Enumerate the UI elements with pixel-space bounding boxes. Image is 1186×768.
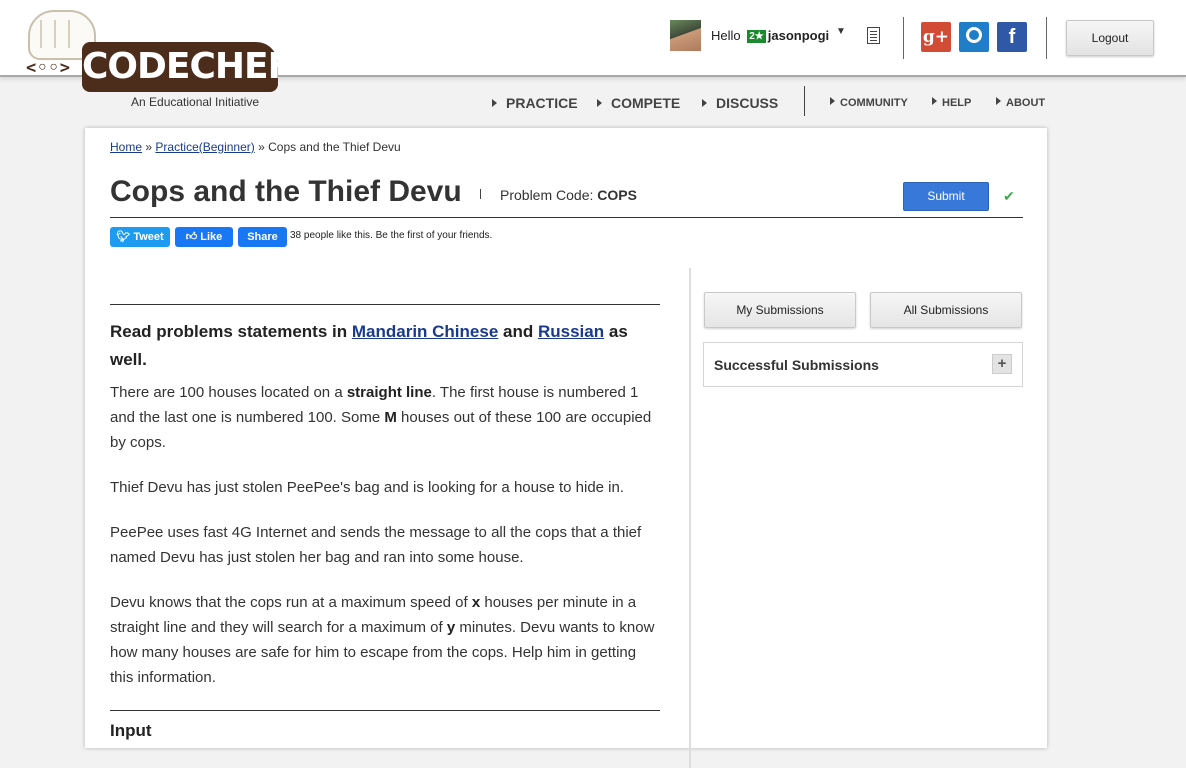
logo-tagline: An Educational Initiative <box>131 95 260 109</box>
nav-about[interactable]: ABOUT <box>996 97 1045 109</box>
title-rule <box>110 217 1023 218</box>
nav-label: COMPETE <box>611 95 681 111</box>
codechef-logo[interactable]: <◦◦> CODECHEF An Educational Initiative <box>24 10 292 110</box>
nav-label: COMMUNITY <box>840 97 908 109</box>
logo-wordmark: CODECHEF <box>82 42 292 92</box>
nav-label: ABOUT <box>1006 97 1046 109</box>
like-label: Like <box>200 231 223 243</box>
nav-label: DISCUSS <box>716 95 779 111</box>
problem-panel: Home » Practice(Beginner) » Cops and the… <box>85 128 1047 768</box>
header-divider <box>1046 17 1047 59</box>
breadcrumb-current: Cops and the Thief Devu <box>268 140 401 154</box>
arrow-right-icon <box>702 99 707 107</box>
submit-button[interactable]: Submit <box>903 182 989 211</box>
github-icon[interactable] <box>959 22 989 52</box>
arrow-right-icon <box>597 99 602 107</box>
thumbs-up-icon: 👍︎ <box>185 231 198 243</box>
successful-submissions-title: Successful Submissions <box>714 357 879 373</box>
all-submissions-button[interactable]: All Submissions <box>870 292 1022 328</box>
problem-code-value: COPS <box>597 187 637 203</box>
breadcrumb-home[interactable]: Home <box>110 140 142 154</box>
statement-rule <box>110 710 660 711</box>
nav-label: PRACTICE <box>506 95 578 111</box>
nav-compete[interactable]: COMPETE <box>597 95 680 111</box>
statement-paragraph-3: PeePee uses fast 4G Internet and sends t… <box>110 524 642 566</box>
notes-icon[interactable] <box>867 27 880 44</box>
facebook-icon[interactable]: f <box>997 22 1027 52</box>
language-note: Read problems statements in Mandarin Chi… <box>110 318 660 374</box>
nav-divider <box>804 86 805 116</box>
expand-plus-icon[interactable]: + <box>992 354 1012 374</box>
language-note-text: Read problems statements in <box>110 322 348 341</box>
statement-paragraph-2: Thief Devu has just stolen PeePee's bag … <box>110 479 625 496</box>
problem-code-label: Problem Code: <box>500 187 594 203</box>
successful-submissions-panel[interactable]: Successful Submissions + <box>703 342 1023 387</box>
breadcrumb-practice[interactable]: Practice(Beginner) <box>155 140 254 154</box>
problem-statement: Read problems statements in Mandarin Chi… <box>110 304 660 741</box>
logout-button[interactable]: Logout <box>1066 20 1154 56</box>
tweet-button[interactable]: 🐦︎ Tweet <box>110 227 170 247</box>
column-divider <box>689 268 691 768</box>
breadcrumb-separator: » <box>258 140 265 154</box>
google-plus-icon[interactable]: g+ <box>921 22 951 52</box>
link-russian[interactable]: Russian <box>538 322 604 341</box>
check-icon: ✔ <box>1003 188 1015 204</box>
statement-rule <box>110 304 660 305</box>
language-note-text: and <box>503 322 534 341</box>
page-title: Cops and the Thief Devu <box>110 175 462 208</box>
like-count-text: 38 people like this. Be the first of you… <box>290 230 493 241</box>
header-divider <box>903 17 904 59</box>
nav-practice[interactable]: PRACTICE <box>492 95 578 111</box>
statement-paragraph-4: Devu knows that the cops run at a maximu… <box>110 594 655 686</box>
greeting-text: Hello <box>711 28 741 43</box>
title-divider <box>480 189 481 199</box>
arrow-right-icon <box>492 99 497 107</box>
arrow-right-icon <box>932 97 937 105</box>
user-greeting[interactable]: Hello 2★ jasonpogi <box>711 28 829 43</box>
nav-community[interactable]: COMMUNITY <box>830 97 908 109</box>
user-avatar[interactable] <box>670 20 701 51</box>
statement-paragraph-1: There are 100 houses located on a straig… <box>110 384 652 451</box>
twitter-bird-icon: 🐦︎ <box>116 231 131 243</box>
nav-help[interactable]: HELP <box>932 97 971 109</box>
share-button[interactable]: Share <box>238 227 287 247</box>
rating-badge: 2★ <box>747 30 766 43</box>
nav-discuss[interactable]: DISCUSS <box>702 95 778 111</box>
problem-code: Problem Code: COPS <box>500 187 637 203</box>
arrow-right-icon <box>996 97 1001 105</box>
link-mandarin[interactable]: Mandarin Chinese <box>352 322 498 341</box>
breadcrumb-separator: » <box>145 140 153 154</box>
caret-down-icon[interactable]: ▼ <box>836 26 846 37</box>
breadcrumb: Home » Practice(Beginner) » Cops and the… <box>110 140 401 154</box>
like-button[interactable]: 👍︎ Like <box>175 227 233 247</box>
nav-label: HELP <box>942 97 972 109</box>
input-heading: Input <box>110 721 152 740</box>
arrow-right-icon <box>830 97 835 105</box>
my-submissions-button[interactable]: My Submissions <box>704 292 856 328</box>
tweet-label: Tweet <box>133 231 164 243</box>
username[interactable]: jasonpogi <box>768 28 829 43</box>
